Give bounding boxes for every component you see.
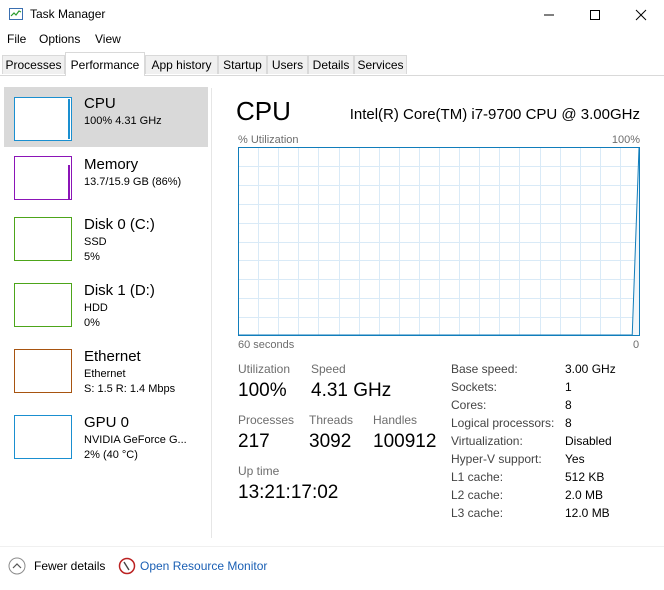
time-axis-left-label: 60 seconds	[238, 339, 295, 351]
gpu-0-thumbnail-graph	[14, 415, 72, 459]
threads-value: 3092	[309, 431, 352, 452]
sidebar-item-detail: SSD	[84, 236, 107, 248]
sidebar-item-gpu-0[interactable]: GPU 0 NVIDIA GeForce G... 2% (40 °C)	[4, 410, 208, 472]
tab-app-history[interactable]: App history	[145, 55, 218, 74]
chevron-up-icon[interactable]	[8, 557, 26, 575]
logical-processors-label: Logical processors:	[451, 416, 555, 430]
close-icon	[635, 9, 647, 21]
time-axis-right-label: 0	[633, 339, 640, 351]
tab-processes[interactable]: Processes	[2, 55, 65, 74]
open-resource-monitor-link[interactable]: Open Resource Monitor	[140, 559, 267, 573]
memory-thumbnail-graph	[14, 156, 72, 200]
virtualization-label: Virtualization:	[451, 434, 523, 448]
tab-users[interactable]: Users	[267, 55, 308, 74]
maximize-button[interactable]	[572, 0, 618, 30]
sidebar-item-cpu[interactable]: CPU 100% 4.31 GHz	[4, 87, 208, 147]
processes-value: 217	[238, 431, 270, 452]
cpu-model-name: Intel(R) Core(TM) i7-9700 CPU @ 3.00GHz	[349, 106, 640, 123]
l1-cache-value: 512 KB	[565, 470, 605, 484]
minimize-icon	[544, 14, 554, 16]
disk-0-thumbnail-graph	[14, 217, 72, 261]
base-speed-value: 3.00 GHz	[565, 362, 616, 376]
speed-label: Speed	[311, 362, 346, 376]
sidebar-item-detail: 100% 4.31 GHz	[84, 115, 162, 127]
hyper-v-label: Hyper-V support:	[451, 452, 542, 466]
ethernet-thumbnail-graph	[14, 349, 72, 393]
hyper-v-value: Yes	[565, 452, 585, 466]
sidebar-item-detail: Ethernet	[84, 368, 126, 380]
menu-file[interactable]: File	[7, 32, 26, 46]
sidebar-item-detail: 0%	[84, 317, 100, 329]
sidebar-item-detail: 13.7/15.9 GB (86%)	[84, 176, 182, 188]
l1-cache-label: L1 cache:	[451, 470, 504, 484]
tab-services[interactable]: Services	[354, 55, 407, 74]
l3-cache-label: L3 cache:	[451, 506, 504, 520]
processes-label: Processes	[238, 413, 295, 427]
l3-cache-value: 12.0 MB	[565, 506, 610, 520]
sidebar-item-label: GPU 0	[84, 414, 130, 431]
utilization-label: Utilization	[238, 362, 291, 376]
tab-performance[interactable]: Performance	[65, 52, 145, 76]
page-title: CPU	[236, 96, 291, 126]
close-button[interactable]	[618, 0, 664, 30]
cpu-utilization-graph	[238, 147, 640, 336]
sidebar-item-detail: 2% (40 °C)	[84, 449, 138, 461]
disk-1-thumbnail-graph	[14, 283, 72, 327]
task-manager-icon	[9, 8, 23, 20]
sidebar-divider	[211, 88, 212, 538]
maximize-icon	[590, 10, 600, 20]
sidebar-item-label: Disk 1 (D:)	[84, 282, 155, 299]
utilization-value: 100%	[238, 380, 287, 401]
sidebar-item-detail: 5%	[84, 251, 100, 263]
logical-processors-value: 8	[565, 416, 572, 430]
l2-cache-label: L2 cache:	[451, 488, 504, 502]
fewer-details-link[interactable]: Fewer details	[34, 559, 105, 573]
resource-monitor-icon	[118, 557, 136, 575]
menu-view[interactable]: View	[95, 32, 121, 46]
window-title: Task Manager	[30, 7, 106, 21]
uptime-value: 13:21:17:02	[238, 482, 339, 503]
l2-cache-value: 2.0 MB	[565, 488, 604, 502]
cpu-thumbnail-graph	[14, 97, 72, 141]
sidebar-item-detail: HDD	[84, 302, 108, 314]
cores-label: Cores:	[451, 398, 487, 412]
sidebar-item-ethernet[interactable]: Ethernet Ethernet S: 1.5 R: 1.4 Mbps	[4, 344, 208, 406]
sidebar-item-detail: NVIDIA GeForce G...	[84, 434, 187, 446]
menu-options[interactable]: Options	[39, 32, 80, 46]
tab-details[interactable]: Details	[308, 55, 354, 74]
tab-startup[interactable]: Startup	[218, 55, 267, 74]
sidebar-item-label: Memory	[84, 156, 139, 173]
footer-divider	[0, 546, 664, 547]
handles-label: Handles	[373, 413, 418, 427]
sidebar-item-memory[interactable]: Memory 13.7/15.9 GB (86%)	[4, 150, 208, 210]
threads-label: Threads	[309, 413, 354, 427]
utilization-axis-max: 100%	[611, 134, 640, 146]
sidebar-item-disk-0[interactable]: Disk 0 (C:) SSD 5%	[4, 212, 208, 274]
sockets-label: Sockets:	[451, 380, 498, 394]
sidebar-item-label: CPU	[84, 95, 116, 112]
cores-value: 8	[565, 398, 572, 412]
base-speed-label: Base speed:	[451, 362, 518, 376]
sockets-value: 1	[565, 380, 572, 394]
utilization-axis-label: % Utilization	[238, 134, 299, 146]
minimize-button[interactable]	[526, 0, 572, 30]
virtualization-value: Disabled	[565, 434, 612, 448]
uptime-label: Up time	[238, 464, 280, 478]
handles-value: 100912	[373, 431, 437, 452]
sidebar-item-detail: S: 1.5 R: 1.4 Mbps	[84, 383, 176, 395]
speed-value: 4.31 GHz	[311, 380, 392, 401]
sidebar-item-label: Ethernet	[84, 348, 141, 365]
sidebar-item-label: Disk 0 (C:)	[84, 216, 155, 233]
sidebar-item-disk-1[interactable]: Disk 1 (D:) HDD 0%	[4, 278, 208, 340]
